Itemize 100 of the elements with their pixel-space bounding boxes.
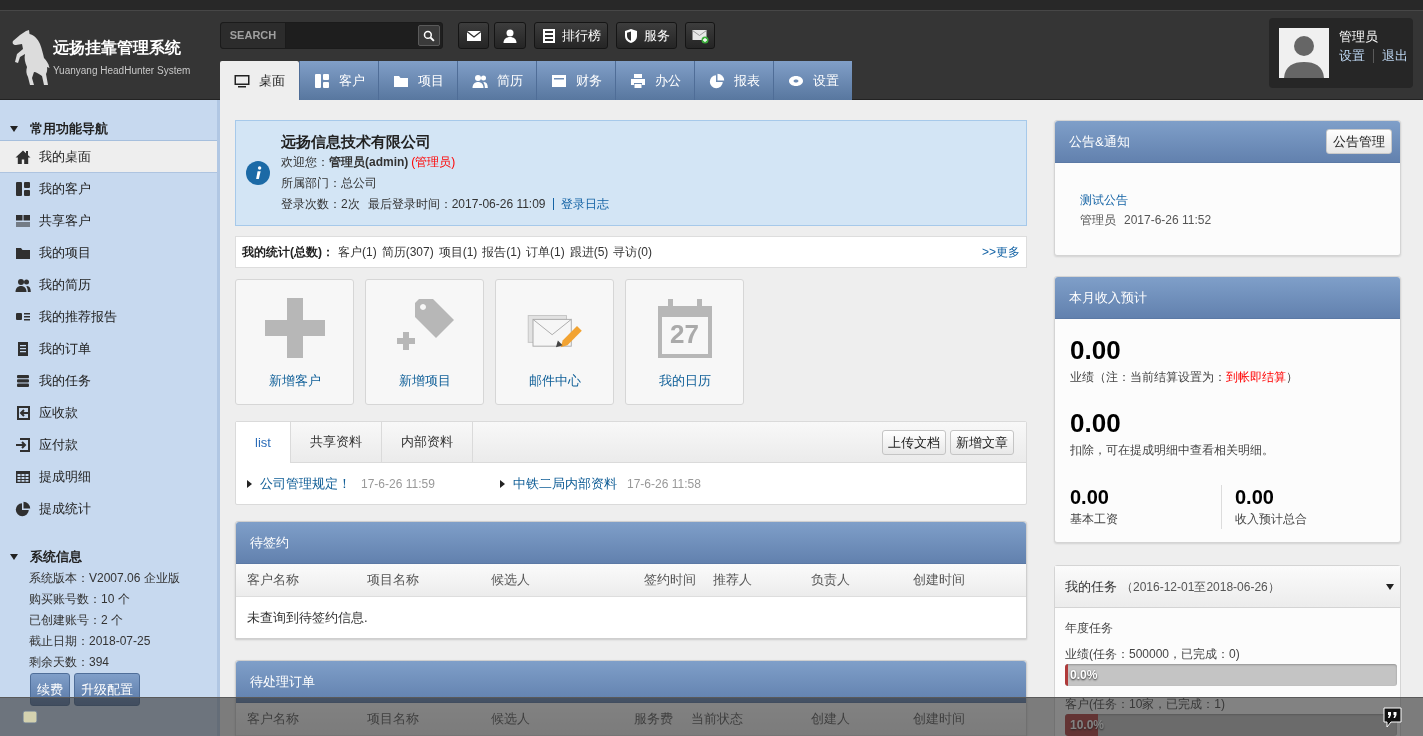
sidebar-item[interactable]: 我的客户 [0, 173, 217, 205]
sidebar-item[interactable]: 我的项目 [0, 237, 217, 269]
search-label: SEARCH [221, 23, 286, 48]
nav-tab[interactable]: 报表 [694, 61, 773, 100]
sidebar-item[interactable]: 提成明细 [0, 461, 217, 493]
nav-tab[interactable]: 客户 [299, 61, 378, 100]
document-tab[interactable]: 共享资料 [290, 422, 382, 462]
bullet-icon [500, 479, 505, 488]
announcement-link[interactable]: 测试公告 [1080, 190, 1128, 210]
sidebar-item[interactable]: 我的推荐报告 [0, 301, 217, 333]
list-icon [541, 27, 557, 44]
cards-icon [15, 213, 31, 229]
document-icon [15, 341, 31, 357]
amount-caption: 扣除，可在提成明细中查看相关明细。 [1070, 442, 1274, 459]
caret-icon[interactable] [10, 553, 18, 560]
sidebar-item[interactable]: 共享客户 [0, 205, 217, 237]
panel-title: 待签约 [250, 533, 289, 552]
calendar-date: 27 [670, 320, 699, 348]
caret-icon[interactable] [10, 126, 18, 132]
nav-tab[interactable]: 设置 [773, 61, 852, 100]
import-icon [15, 405, 31, 421]
document-tab[interactable]: list [236, 422, 291, 463]
stat-item: 客户(1) [338, 244, 377, 261]
display-icon[interactable] [22, 710, 38, 724]
login-count-text: 登录次数：2次 [281, 195, 360, 213]
new-mail-button[interactable] [685, 22, 715, 49]
nav-tab[interactable]: 桌面 [220, 61, 299, 100]
users-icon [15, 277, 31, 293]
column-header: 客户名称 [247, 710, 300, 729]
horse-icon [10, 30, 50, 86]
greeting-text: 欢迎您：管理员(admin) (管理员) [281, 153, 456, 171]
mail-button[interactable] [458, 22, 489, 49]
dashboard-icon [313, 72, 330, 89]
user-link[interactable]: 退出 [1382, 47, 1408, 65]
info-line: 截止日期：2018-07-25 [29, 633, 151, 650]
document-link[interactable]: 中铁二局内部资料 [513, 473, 617, 494]
announcement-author: 管理员 [1080, 212, 1116, 229]
document-link[interactable]: 公司管理规定！ [260, 473, 351, 494]
calendar-icon [656, 298, 713, 358]
document-action-button[interactable]: 上传文档 [882, 430, 946, 455]
nav-tab[interactable]: 办公 [615, 61, 694, 100]
home-icon [15, 148, 31, 165]
amount-value: 0.00 [1070, 335, 1121, 365]
manage-button[interactable]: 公告管理 [1326, 129, 1392, 154]
sidebar-item[interactable]: 应收款 [0, 397, 217, 429]
toolbar-button[interactable]: 服务 [616, 22, 677, 49]
mail-add-icon [691, 27, 709, 44]
toolbar-button[interactable]: 排行榜 [534, 22, 608, 49]
sidebar-item[interactable]: 我的桌面 [0, 141, 217, 173]
more-link[interactable]: >>更多 [982, 243, 1020, 261]
search-button[interactable] [418, 25, 440, 46]
panel-title: 我的任务 [1065, 577, 1117, 596]
quote-icon[interactable] [1383, 706, 1402, 728]
document-action-button[interactable]: 新增文章 [950, 430, 1014, 455]
announcement-date: 2017-6-26 11:52 [1124, 212, 1212, 229]
column-header: 当前状态 [691, 710, 744, 729]
last-login-text: 最后登录时间：2017-06-26 11:09 [367, 195, 546, 213]
info-line: 已创建账号：2 个 [29, 612, 123, 629]
quick-action-tile[interactable]: 新增项目 [365, 279, 484, 405]
sidebar-item[interactable]: 应付款 [0, 429, 217, 461]
shield-icon [623, 27, 639, 44]
total-value: 0.00 [1235, 485, 1274, 509]
quick-action-tile[interactable]: 27 我的日历 [625, 279, 744, 405]
stat-item: 简历(307) [381, 244, 434, 261]
total-value: 0.00 [1070, 485, 1109, 509]
login-log-link[interactable]: 登录日志 [560, 193, 609, 215]
document-tab[interactable]: 内部资料 [381, 422, 473, 462]
stat-item: 寻访(0) [613, 244, 653, 261]
nav-tab[interactable]: 项目 [378, 61, 457, 100]
sidebar-item[interactable]: 提成统计 [0, 493, 217, 525]
profile-button[interactable] [494, 22, 526, 49]
sidebar-item[interactable]: 我的简历 [0, 269, 217, 301]
quick-action-tile[interactable]: 新增客户 [235, 279, 354, 405]
info-line: 购买账号数：10 个 [29, 591, 130, 608]
caret-icon[interactable] [1386, 583, 1394, 590]
quick-action-tile[interactable]: 邮件中心 [495, 279, 614, 405]
avatar-icon [1279, 28, 1329, 78]
column-header: 创建时间 [913, 710, 966, 729]
stack-icon [15, 373, 31, 389]
goal-label: 业绩(任务：500000，已完成：0) [1065, 646, 1240, 663]
column-header: 客户名称 [247, 571, 300, 590]
app-subtitle: Yuanyang HeadHunter System [53, 65, 191, 77]
nav-tab[interactable]: 财务 [536, 61, 615, 100]
sidebar-item[interactable]: 我的任务 [0, 365, 217, 397]
stat-item: 报告(1) [482, 244, 522, 261]
goal-label: 客户(任务：10家，已完成：1) [1065, 696, 1225, 713]
stat-item: 项目(1) [438, 244, 478, 261]
user-name: 管理员 [1339, 28, 1378, 46]
column-header: 签约时间 [644, 571, 697, 590]
sidebar-item[interactable]: 我的订单 [0, 333, 217, 365]
section-label: 年度任务 [1065, 620, 1113, 637]
user-link[interactable]: 设置 [1339, 47, 1365, 65]
total-caption: 基本工资 [1070, 511, 1118, 528]
department-text: 所属部门：总公司 [281, 174, 377, 192]
progress-reading: 10.0% [1070, 717, 1105, 734]
section-title: 系统信息 [30, 547, 82, 566]
document-date: 17-6-26 11:58 [627, 475, 701, 493]
stat-item: 订单(1) [526, 244, 565, 261]
stats-title: 我的统计(总数)： [242, 244, 334, 261]
document-date: 17-6-26 11:59 [361, 475, 435, 493]
